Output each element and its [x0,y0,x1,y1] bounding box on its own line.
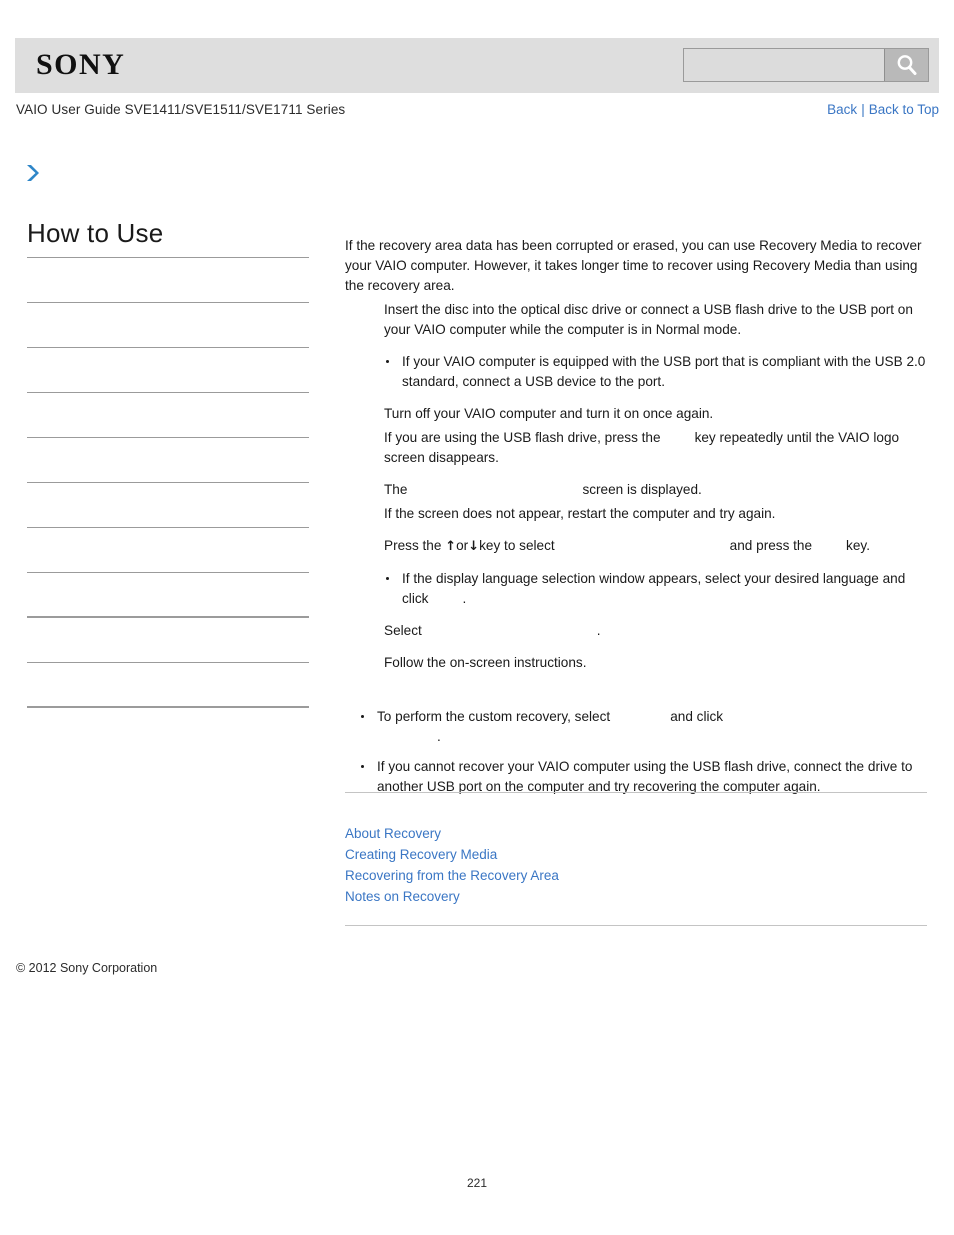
step-3-text-b: screen is displayed. [582,482,702,497]
step-2-line-2: If you are using the USB flash drive, pr… [345,428,927,468]
note-usb20: If your VAIO computer is equipped with t… [384,352,927,392]
related-link-3[interactable]: Notes on Recovery [345,886,559,907]
sony-logo: SONY [36,48,126,81]
note-list-language: If the display language selection window… [345,569,927,609]
header-band: SONY [15,38,939,93]
step-group-5: Select. [345,621,927,641]
step-6: Follow the on-screen instructions. [384,655,587,670]
bottom-note-list: To perform the custom recovery, select an… [345,707,927,797]
related-link-2[interactable]: Recovering from the Recovery Area [345,865,559,886]
step-5-text-a: Select [384,623,422,638]
back-link[interactable]: Back [827,102,857,117]
search-container [683,48,929,82]
note-language-text-a: If the display language selection window… [402,571,906,606]
main-content: If the recovery area data has been corru… [345,236,927,807]
sidebar-item-5[interactable] [27,483,309,529]
copyright-text: © 2012 Sony Corporation [16,961,158,975]
step-4-text-a: Press the [384,538,442,553]
arrow-up-icon: ↑ [445,539,457,554]
step-3-line-2: If the screen does not appear, restart t… [384,506,776,521]
related-links-bottom-rule [345,925,927,926]
related-link-0[interactable]: About Recovery [345,823,559,844]
step-4-text-d: key. [846,538,870,553]
sidebar: How to Use [27,218,309,709]
step-group-3: The screen is displayed. If the screen do… [345,480,927,524]
step-3-line-1: The screen is displayed. [345,480,927,500]
search-icon [894,52,920,78]
sidebar-item-0[interactable] [27,258,309,304]
sidebar-item-7[interactable] [27,573,309,619]
back-to-top-link[interactable]: Back to Top [869,102,939,117]
step-2-text-a: If you are using the USB flash drive, pr… [384,430,661,445]
step-1: Insert the disc into the optical disc dr… [384,302,913,337]
step-group-4: Press the ↑or↓key to select and press the… [345,536,927,557]
step-4: Press the ↑or↓key to select and press the… [345,536,927,557]
sidebar-item-2[interactable] [27,348,309,394]
step-2-line-1: Turn off your VAIO computer and turn it … [384,406,714,421]
chevron-right-icon[interactable] [22,162,44,184]
related-links: About Recovery Creating Recovery Media R… [345,823,559,907]
step-group-6: Follow the on-screen instructions. [345,653,927,673]
note-list-usb: If your VAIO computer is equipped with t… [345,352,927,392]
page-number: 221 [466,1176,488,1190]
note-language-text-b: . [462,591,467,606]
intro-paragraph: If the recovery area data has been corru… [345,238,922,293]
nav-separator: | [861,102,865,117]
step-5: Select. [345,621,927,641]
search-button[interactable] [884,49,928,81]
page-root: SONY VAIO User Guide SVE1411/SVE1511/SVE… [0,0,954,1235]
sidebar-item-3[interactable] [27,393,309,439]
guide-title: VAIO User Guide SVE1411/SVE1511/SVE1711 … [16,102,346,117]
sidebar-item-9[interactable] [27,663,309,709]
related-link-1[interactable]: Creating Recovery Media [345,844,559,865]
sidebar-item-6[interactable] [27,528,309,574]
sidebar-title: How to Use [27,218,164,248]
step-5-text-b: . [596,623,601,638]
bottom-note-1-text-b: and click [670,709,724,724]
bottom-note-1-text-a: To perform the custom recovery, select [377,709,611,724]
sidebar-item-4[interactable] [27,438,309,484]
sidebar-item-1[interactable] [27,303,309,349]
step-4-text-b: key to select [479,538,555,553]
bottom-note-custom-recovery: To perform the custom recovery, select an… [359,707,927,747]
arrow-down-icon: ↓ [468,539,480,554]
step-4-or: or [456,538,469,553]
note-language: If the display language selection window… [384,569,927,609]
step-group-1: Insert the disc into the optical disc dr… [345,300,927,340]
step-3-text-a: The [384,482,408,497]
header-nav: Back | Back to Top [827,102,939,117]
step-4-text-c: and press the [729,538,813,553]
step-group-2: Turn off your VAIO computer and turn it … [345,404,927,468]
related-links-top-rule [345,792,927,793]
bottom-note-usb-port: If you cannot recover your VAIO computer… [359,757,927,797]
sidebar-item-8[interactable] [27,618,309,664]
search-input[interactable] [684,49,884,81]
bottom-note-1-text-c: . [437,729,441,744]
